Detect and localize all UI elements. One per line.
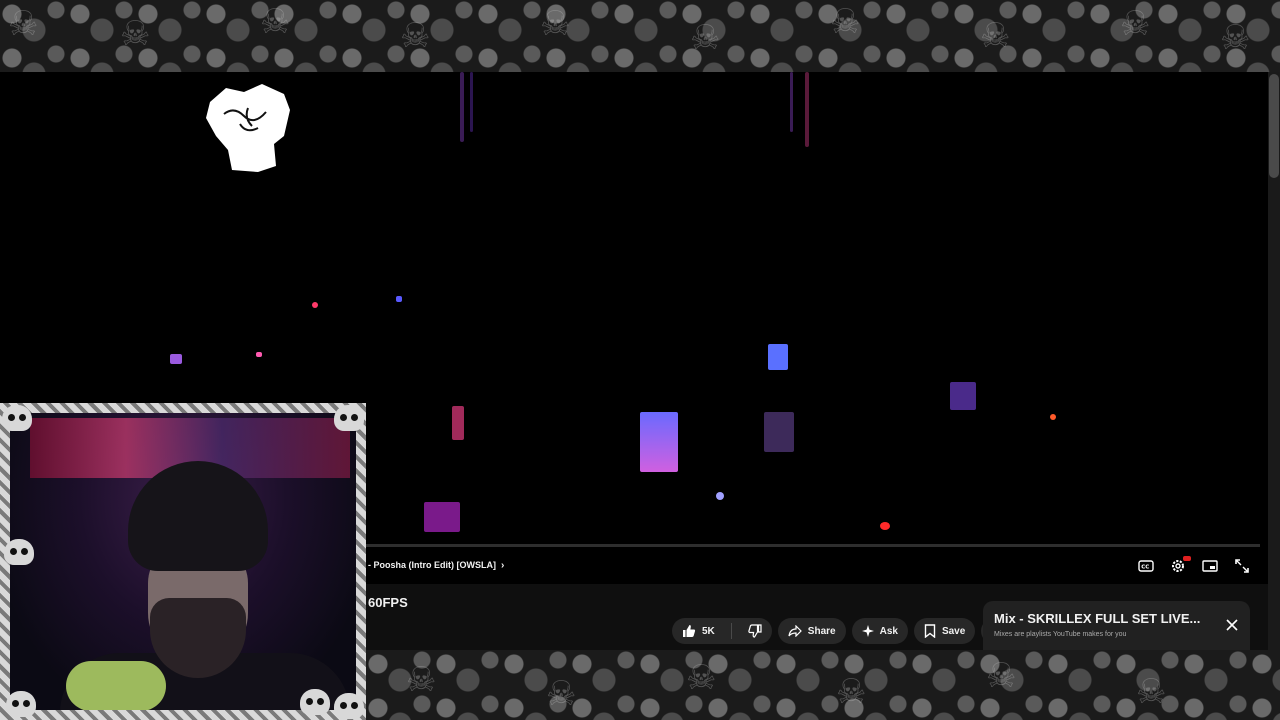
skull-icon: ☠: [540, 4, 571, 44]
stage-light: [424, 502, 460, 532]
stage-light: [880, 522, 890, 530]
share-icon: [788, 625, 802, 637]
skull-icon: ☠: [546, 674, 577, 714]
ask-label: Ask: [879, 625, 898, 637]
share-label: Share: [807, 625, 836, 637]
save-button[interactable]: Save: [913, 618, 976, 644]
skull-icon: [6, 691, 36, 717]
skull-icon: ☠: [836, 672, 867, 712]
skull-icon: ☠: [1120, 4, 1151, 44]
skull-icon: ☠: [406, 660, 437, 700]
skull-icon: ☠: [690, 18, 721, 58]
mix-title: Mix - SKRILLEX FULL SET LIVE...: [994, 611, 1201, 626]
webcam-overlay: [0, 403, 366, 720]
stage-light: [256, 352, 262, 357]
skull-icon: [2, 405, 32, 431]
skull-icon: ☠: [686, 658, 717, 698]
skull-icon: ☠: [1220, 18, 1251, 58]
skull-overlay-bottom: ☠ ☠ ☠ ☠ ☠ ☠: [366, 650, 1280, 720]
miniplayer-icon: [1202, 560, 1218, 572]
skull-icon: ☠: [980, 16, 1011, 56]
ask-button[interactable]: Ask: [851, 618, 908, 644]
hd-badge: [1183, 556, 1191, 561]
skull-icon: [334, 405, 364, 431]
stage-light: [470, 72, 473, 132]
skull-icon: [300, 689, 330, 715]
miniplayer-button[interactable]: [1200, 556, 1220, 576]
like-button[interactable]: 5K: [672, 618, 725, 644]
like-count: 5K: [702, 625, 715, 637]
skull-overlay-top: ☠ ☠ ☠ ☠ ☠ ☠ ☠ ☠ ☠ ☠: [0, 0, 1280, 72]
thumbs-down-icon: [748, 624, 762, 638]
player-controls: - Poosha (Intro Edit) [OWSLA] › CC: [366, 554, 1268, 580]
skull-icon: ☠: [830, 2, 861, 42]
dislike-button[interactable]: [738, 618, 772, 644]
divider: [730, 623, 732, 639]
stage-light: [312, 302, 318, 308]
close-icon[interactable]: [1224, 617, 1240, 633]
mix-playlist-card[interactable]: Mix - SKRILLEX FULL SET LIVE... Mixes ar…: [983, 601, 1250, 650]
stage-screen: [640, 412, 678, 472]
stage-light: [460, 72, 464, 142]
thumbs-up-icon: [683, 625, 696, 637]
fullscreen-button[interactable]: [1232, 556, 1252, 576]
skull-icon: ☠: [120, 14, 151, 54]
bookmark-icon: [924, 624, 936, 638]
skull-icon: [4, 539, 34, 565]
skull-icon: ☠: [986, 656, 1017, 696]
streamer-shirt: [66, 661, 166, 711]
chapter-button[interactable]: - Poosha (Intro Edit) [OWSLA] ›: [368, 560, 504, 571]
stage-light: [452, 406, 464, 440]
stage-light: [170, 354, 182, 364]
skull-icon: ☠: [400, 16, 431, 56]
action-buttons: 5K Share Ask Save ⋯: [672, 618, 1008, 644]
scrollbar-thumb[interactable]: [1269, 74, 1279, 178]
like-dislike-group: 5K: [672, 618, 772, 644]
share-button[interactable]: Share: [777, 618, 846, 644]
settings-button[interactable]: [1168, 556, 1191, 576]
video-title: 60FPS: [368, 595, 408, 610]
captions-icon: CC: [1138, 560, 1154, 572]
stage-light: [790, 72, 793, 132]
save-label: Save: [941, 625, 966, 637]
channel-logo: [206, 84, 290, 172]
svg-text:CC: CC: [1141, 565, 1149, 571]
video-progress-bar[interactable]: [366, 544, 1260, 547]
stage-light: [396, 296, 402, 302]
captions-button[interactable]: CC: [1136, 556, 1156, 576]
stage-light: [716, 492, 724, 500]
stage-light: [950, 382, 976, 410]
mix-subtitle: Mixes are playlists YouTube makes for yo…: [994, 631, 1127, 638]
stage-light: [768, 344, 788, 370]
chevron-right-icon: ›: [500, 560, 505, 571]
stage-light: [805, 72, 809, 147]
chapter-label: - Poosha (Intro Edit) [OWSLA]: [368, 560, 496, 570]
stage-light: [1050, 414, 1056, 420]
stage-light: [764, 412, 794, 452]
skull-icon: ☠: [1136, 672, 1167, 712]
skull-icon: ☠: [260, 2, 291, 42]
fullscreen-icon: [1235, 559, 1249, 573]
skull-icon: ☠: [8, 4, 39, 44]
skull-icon: [334, 693, 364, 719]
sparkle-icon: [861, 625, 874, 637]
